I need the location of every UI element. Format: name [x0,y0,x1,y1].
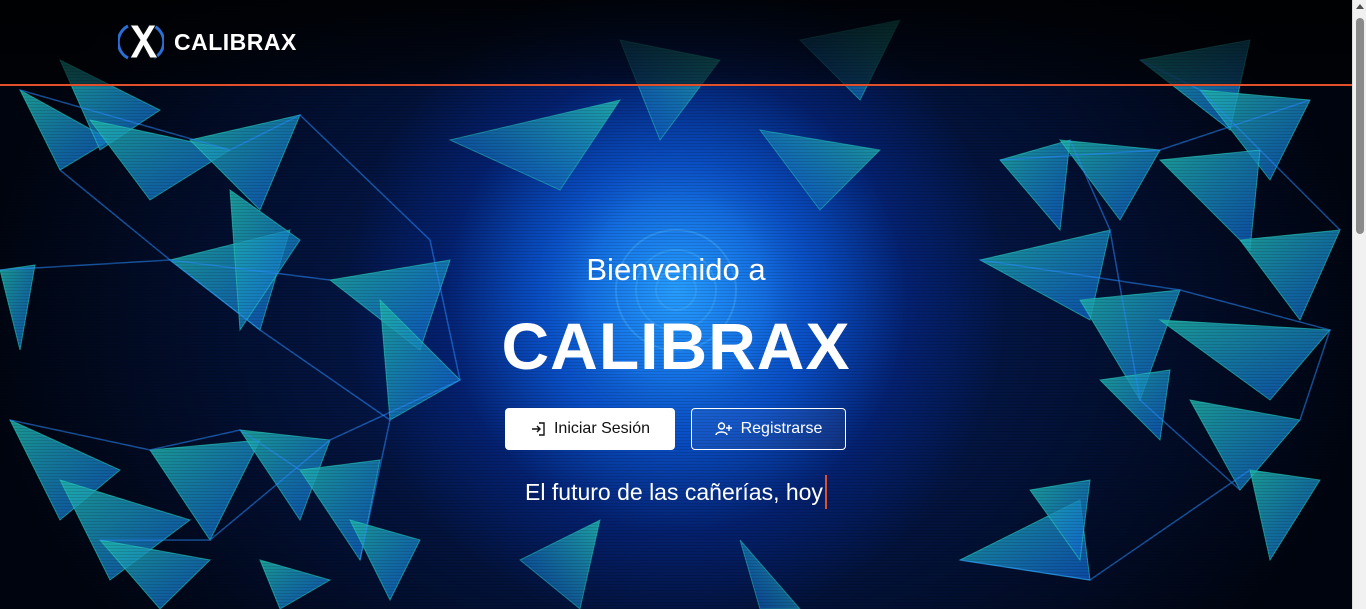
login-button-label: Iniciar Sesión [553,420,651,437]
welcome-text: Bienvenido a [586,252,766,287]
hero-title: CALIBRAX [501,309,851,383]
page-viewport: CALIBRAX Bienvenido a CALIBRAX Iniciar S… [0,0,1366,609]
login-button[interactable]: Iniciar Sesión [505,408,675,450]
scroll-up-arrow-icon[interactable] [1356,4,1364,9]
scroll-thumb[interactable] [1356,18,1364,234]
register-button-label: Registrarse [740,420,823,437]
register-button[interactable]: Registrarse [691,408,846,450]
vertical-scrollbar[interactable] [1352,0,1366,609]
user-plus-icon [714,421,733,437]
typing-tagline: El futuro de las cañerías, hoy [525,475,827,509]
login-icon [530,421,546,437]
tagline-container: El futuro de las cañerías, hoy [0,475,1352,509]
hero-section: Bienvenido a CALIBRAX Iniciar Sesión Reg… [0,0,1352,609]
